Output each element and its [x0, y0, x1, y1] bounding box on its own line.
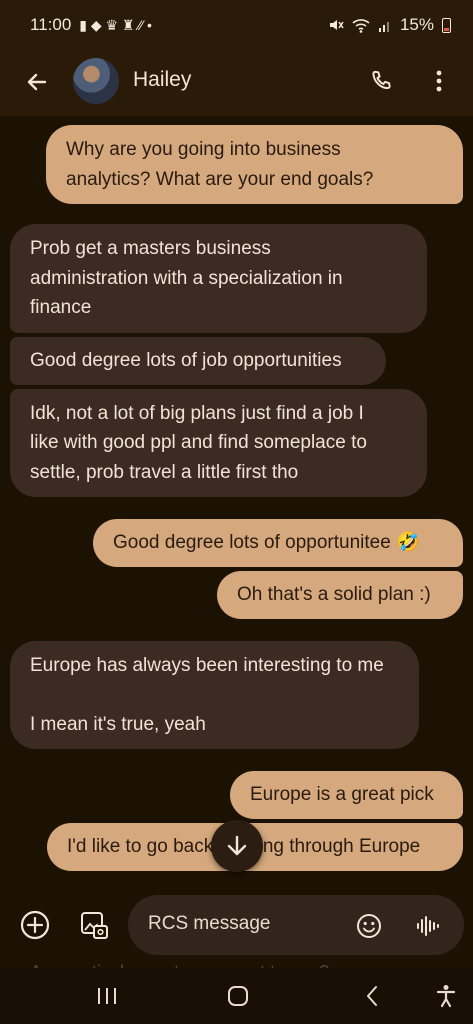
battery-percent: 15% — [399, 15, 434, 34]
signal-icon — [378, 22, 389, 32]
conversation-header: Hailey — [0, 50, 473, 116]
add-circle-icon — [20, 910, 50, 940]
avatar[interactable] — [73, 58, 119, 104]
emoji-button[interactable] — [351, 908, 387, 944]
notification-icons: ▮ ◆ ♛ ♜ ⁄⁄ • — [79, 16, 152, 33]
recents-button[interactable] — [87, 978, 127, 1014]
mute-icon — [329, 20, 344, 30]
arrow-left-icon — [27, 73, 47, 91]
status-time: 11:00 — [30, 15, 72, 34]
message-bubble-incoming[interactable]: Prob get a masters business administrati… — [10, 224, 427, 333]
message-bubble-outgoing[interactable]: Why are you going into business analytic… — [46, 125, 463, 204]
back-button[interactable] — [20, 65, 54, 99]
home-button[interactable] — [218, 978, 258, 1014]
system-navigation-bar — [0, 968, 473, 1024]
message-input-placeholder: RCS message — [148, 913, 271, 934]
voice-message-button[interactable] — [410, 908, 446, 944]
status-left: 11:00 ▮ ◆ ♛ ♜ ⁄⁄ • — [30, 15, 152, 35]
accessibility-button[interactable] — [426, 978, 466, 1014]
more-options-button[interactable] — [424, 64, 454, 98]
recents-icon — [98, 988, 116, 1004]
emoji-icon — [357, 914, 381, 938]
gallery-button[interactable] — [75, 906, 113, 944]
scroll-to-bottom-button[interactable] — [211, 820, 263, 872]
voice-wave-icon — [417, 916, 439, 936]
battery-icon — [442, 17, 451, 33]
message-bubble-incoming[interactable]: Good degree lots of job opportunities — [10, 337, 386, 385]
message-input[interactable]: RCS message — [128, 895, 464, 955]
gallery-icon — [81, 912, 108, 939]
accessibility-icon — [436, 985, 456, 1008]
nav-back-icon — [367, 986, 377, 1006]
arrow-down-icon — [227, 835, 247, 856]
status-right: 15% — [328, 15, 451, 35]
contact-name[interactable]: Hailey — [133, 68, 191, 92]
nav-back-button[interactable] — [352, 978, 392, 1014]
add-attachment-button[interactable] — [16, 906, 54, 944]
more-vert-icon — [436, 70, 442, 92]
message-bubble-outgoing[interactable]: Good degree lots of opportunitee 🤣 — [93, 519, 463, 567]
call-button[interactable] — [364, 64, 398, 98]
phone-icon — [372, 70, 391, 90]
message-bubble-incoming[interactable]: Idk, not a lot of big plans just find a … — [10, 389, 427, 497]
message-bubble-incoming[interactable]: Europe has always been interesting to me… — [10, 641, 419, 749]
status-bar: 11:00 ▮ ◆ ♛ ♜ ⁄⁄ • 15% — [0, 0, 473, 50]
message-bubble-outgoing[interactable]: Oh that's a solid plan :) — [217, 571, 463, 619]
message-bubble-outgoing[interactable]: Europe is a great pick — [230, 771, 463, 819]
home-icon — [228, 986, 248, 1006]
wifi-icon — [352, 18, 370, 33]
